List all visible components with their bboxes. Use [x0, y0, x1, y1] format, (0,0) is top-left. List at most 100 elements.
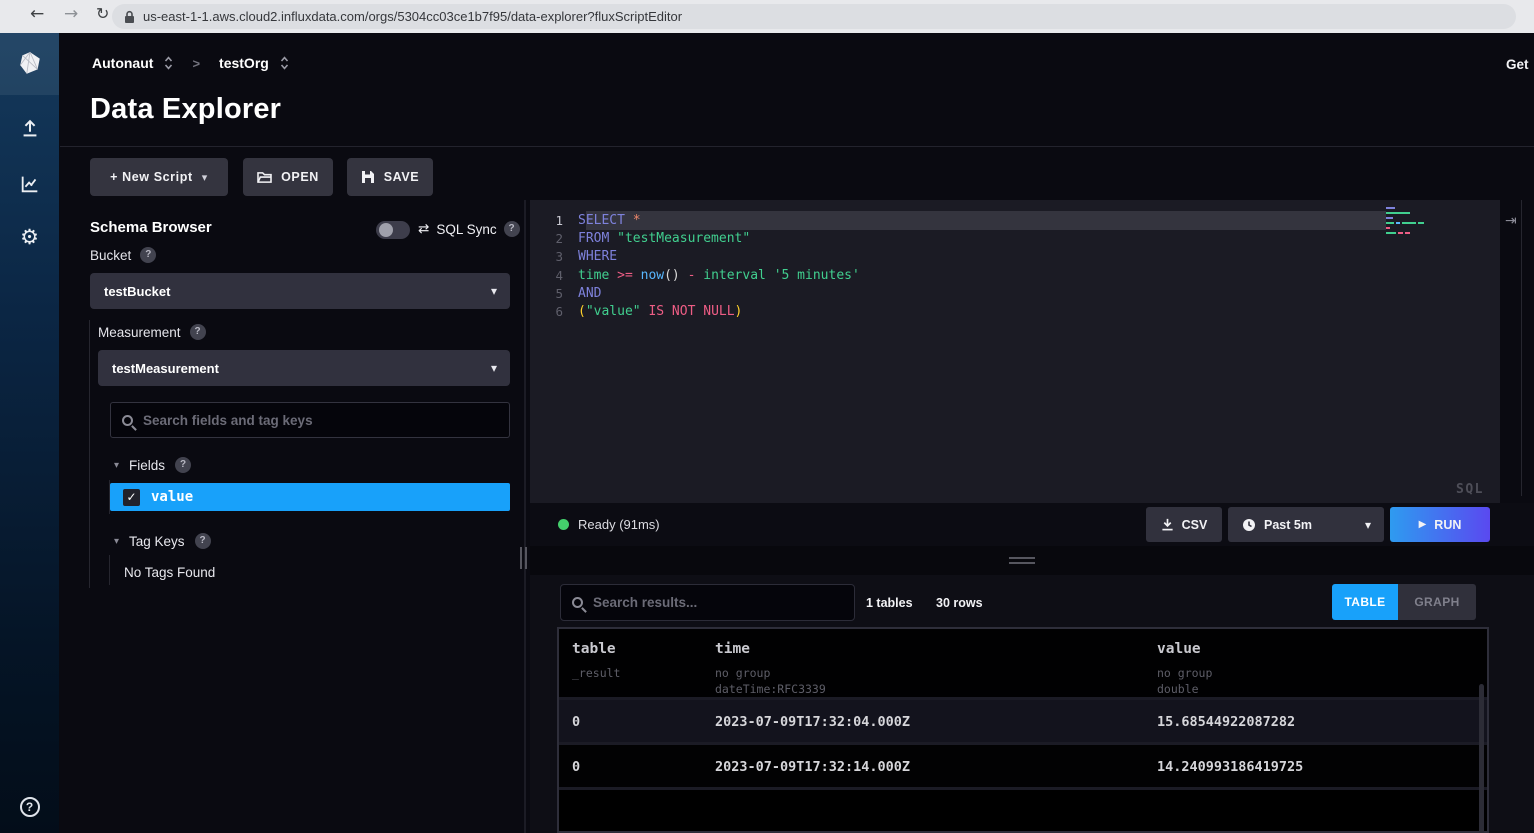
code-line: 1 SELECT * — [530, 211, 1500, 229]
tab-table-view[interactable]: TABLE — [1332, 584, 1398, 620]
column-header: time — [715, 641, 750, 657]
results-table: table _result time no group dateTime:RFC… — [557, 627, 1489, 833]
breadcrumb-org[interactable]: Autonaut — [92, 55, 153, 71]
tree-indent-guide — [109, 555, 110, 585]
sql-sync-toggle[interactable] — [376, 221, 410, 239]
tag-keys-section-header[interactable]: ▾ Tag Keys ? — [114, 533, 211, 549]
results-horizontal-divider[interactable] — [530, 546, 1534, 575]
results-search-field[interactable] — [560, 584, 855, 621]
get-link[interactable]: Get — [1506, 57, 1529, 72]
browser-refresh-icon[interactable]: ↻ — [96, 4, 109, 23]
table-row: 0 2023-07-09T17:32:14.000Z 14.2409931864… — [559, 745, 1487, 790]
results-search-input[interactable] — [593, 595, 843, 610]
influxdb-cube-icon — [17, 51, 43, 77]
measurement-dropdown[interactable]: testMeasurement ▾ — [98, 350, 510, 386]
breadcrumb-separator: > — [192, 56, 200, 71]
schema-search-field[interactable] — [110, 402, 510, 438]
download-icon — [1161, 518, 1174, 531]
breadcrumb: Autonaut > testOrg — [92, 55, 289, 71]
divider-grip — [1009, 557, 1035, 559]
breadcrumb-workspace[interactable]: testOrg — [219, 55, 269, 71]
editor-minimap[interactable] — [1386, 207, 1464, 243]
column-header: table — [572, 641, 616, 657]
bucket-label: Bucket ? — [90, 247, 156, 263]
measurement-caret-icon: ▾ — [491, 361, 497, 375]
workspace-switcher-icon[interactable] — [280, 55, 289, 71]
value-checkbox[interactable]: ✓ — [123, 489, 140, 506]
sql-code-editor[interactable]: 1 SELECT * 2 FROM "testMeasurement" 3 WH… — [530, 200, 1500, 503]
save-disk-icon — [361, 170, 375, 184]
language-badge: SQL — [1456, 482, 1484, 497]
open-button[interactable]: OPEN — [243, 158, 333, 196]
code-line: 4 time >= now() - interval '5 minutes' — [530, 266, 1500, 284]
browser-forward-icon[interactable]: → — [64, 4, 78, 24]
play-icon: ▶ — [1419, 519, 1427, 530]
measurement-label: Measurement ? — [98, 324, 206, 340]
search-icon — [572, 597, 583, 608]
screen: ← → ↻ us-east-1-1.aws.cloud2.influxdata.… — [0, 0, 1534, 833]
results-table-header: table _result time no group dateTime:RFC… — [559, 629, 1487, 700]
rows-count: 30 rows — [936, 596, 983, 610]
column-meta: dateTime:RFC3339 — [715, 682, 826, 696]
expand-panel-right-icon[interactable]: ⇥ — [1505, 213, 1517, 229]
results-panel: 1 tables 30 rows TABLE GRAPH table _resu… — [530, 575, 1534, 833]
help-icon[interactable]: ? — [0, 797, 59, 817]
measurement-help-icon[interactable]: ? — [190, 324, 206, 340]
run-query-button[interactable]: ▶ RUN — [1390, 507, 1490, 542]
right-panel-divider — [1521, 200, 1522, 496]
schema-browser-title: Schema Browser — [90, 219, 212, 236]
upload-nav-icon[interactable] — [0, 118, 59, 140]
tab-graph-view[interactable]: GRAPH — [1398, 584, 1476, 620]
table-scrollbar[interactable] — [1479, 684, 1484, 833]
fields-help-icon[interactable]: ? — [175, 457, 191, 473]
data-explorer-nav-icon[interactable] — [0, 173, 59, 195]
new-script-button[interactable]: + New Script ▾ — [90, 158, 228, 196]
status-text: Ready (91ms) — [578, 517, 660, 532]
influxdb-logo[interactable] — [0, 33, 59, 95]
tag-keys-collapse-icon[interactable]: ▾ — [114, 536, 119, 547]
column-meta: no group — [715, 666, 770, 680]
tag-keys-help-icon[interactable]: ? — [195, 533, 211, 549]
browser-back-icon[interactable]: ← — [30, 4, 44, 24]
csv-download-button[interactable]: CSV — [1146, 507, 1222, 542]
tree-indent-guide — [89, 320, 90, 588]
panel-vertical-divider[interactable] — [524, 200, 526, 833]
code-line: 3 WHERE — [530, 248, 1500, 266]
org-switcher-icon[interactable] — [164, 55, 173, 71]
fields-section-header[interactable]: ▾ Fields ? — [114, 457, 191, 473]
title-divider — [60, 146, 1534, 147]
time-range-dropdown[interactable]: Past 5m ▾ — [1228, 507, 1384, 542]
status-indicator-dot — [558, 519, 569, 530]
code-line: 6 ("value" IS NOT NULL) — [530, 302, 1500, 320]
browser-url-bar[interactable]: us-east-1-1.aws.cloud2.influxdata.com/or… — [112, 4, 1516, 29]
page-title: Data Explorer — [90, 93, 281, 126]
divider-grip[interactable] — [520, 547, 522, 569]
app-window: ⚙ ? Autonaut > testOrg Get Data Explorer — [0, 33, 1534, 833]
sql-sync-label: ⇄ SQL Sync ? — [418, 221, 520, 237]
field-item-value[interactable]: ✓ value — [110, 483, 510, 511]
column-meta: _result — [572, 666, 620, 680]
nav-sidebar: ⚙ ? — [0, 33, 59, 833]
no-tags-message: No Tags Found — [124, 565, 215, 580]
sql-sync-help-icon[interactable]: ? — [504, 221, 520, 237]
divider-grip — [1009, 562, 1035, 564]
browser-url-text: us-east-1-1.aws.cloud2.influxdata.com/or… — [143, 9, 682, 24]
sql-sync-icon: ⇄ — [418, 221, 429, 237]
column-header: value — [1157, 641, 1201, 657]
tables-count: 1 tables — [866, 596, 913, 610]
time-range-caret-icon: ▾ — [1365, 518, 1371, 532]
new-script-caret-icon: ▾ — [202, 171, 208, 184]
code-line: 2 FROM "testMeasurement" — [530, 229, 1500, 247]
bucket-dropdown[interactable]: testBucket ▾ — [90, 273, 510, 309]
divider-grip[interactable] — [525, 547, 527, 569]
save-button[interactable]: SAVE — [347, 158, 433, 196]
folder-open-icon — [257, 171, 272, 184]
fields-collapse-icon[interactable]: ▾ — [114, 460, 119, 471]
bucket-caret-icon: ▾ — [491, 284, 497, 298]
settings-gear-icon[interactable]: ⚙ — [0, 225, 59, 249]
bucket-help-icon[interactable]: ? — [140, 247, 156, 263]
code-line: 5 AND — [530, 284, 1500, 302]
column-meta: no group — [1157, 666, 1212, 680]
search-icon — [122, 415, 133, 426]
schema-search-input[interactable] — [143, 413, 498, 428]
